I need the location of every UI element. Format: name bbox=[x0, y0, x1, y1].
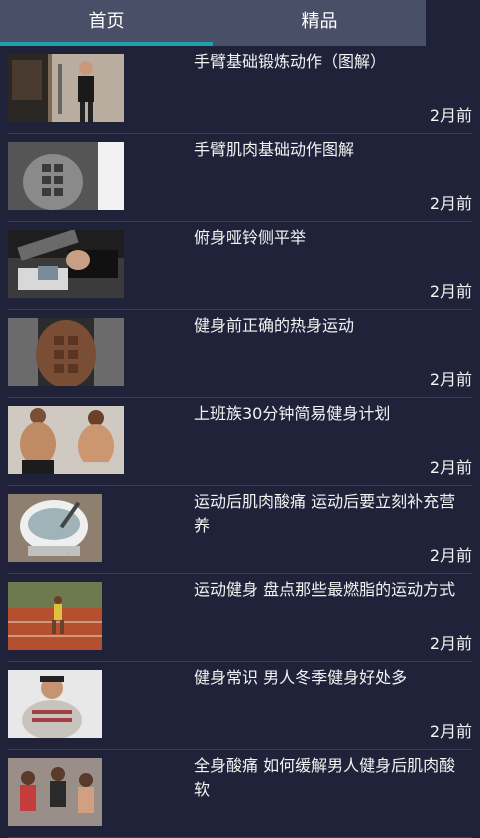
list-item[interactable]: 运动健身 盘点那些最燃脂的运动方式 2月前 bbox=[8, 574, 472, 662]
article-time: 2月前 bbox=[429, 106, 472, 125]
list-item[interactable]: 手臂肌肉基础动作图解 2月前 bbox=[8, 134, 472, 222]
article-title: 运动健身 盘点那些最燃脂的运动方式 bbox=[194, 580, 456, 599]
article-title: 运动后肌肉酸痛 运动后要立刻补充营养 bbox=[194, 492, 456, 535]
thumbnail-image bbox=[8, 406, 124, 474]
tab-featured[interactable]: 精品 bbox=[213, 0, 426, 46]
thumbnail-image bbox=[8, 670, 124, 738]
thumbnail-image bbox=[8, 318, 124, 386]
article-title: 健身常识 男人冬季健身好处多 bbox=[194, 668, 408, 687]
thumbnail-image: . bbox=[8, 494, 124, 562]
article-title: 手臂肌肉基础动作图解 bbox=[194, 140, 355, 159]
tab-bar: 首页 精品 bbox=[0, 0, 426, 46]
list-item[interactable]: 健身常识 男人冬季健身好处多 2月前 bbox=[8, 662, 472, 750]
list-item[interactable]: 健身前正确的热身运动 2月前 bbox=[8, 310, 472, 398]
article-time: 2月前 bbox=[429, 282, 472, 301]
article-time: 2月前 bbox=[429, 722, 472, 741]
list-item[interactable]: 全身酸痛 如何缓解男人健身后肌肉酸软 bbox=[8, 750, 472, 838]
article-title: 全身酸痛 如何缓解男人健身后肌肉酸软 bbox=[194, 756, 456, 799]
article-time: 2月前 bbox=[429, 194, 472, 213]
list-item[interactable]: 手臂基础锻炼动作（图解） 2月前 bbox=[8, 46, 472, 134]
article-title: 手臂基础锻炼动作（图解） bbox=[194, 52, 387, 71]
article-time: 2月前 bbox=[429, 634, 472, 653]
article-time: 2月前 bbox=[429, 546, 472, 565]
thumbnail-image bbox=[8, 54, 124, 122]
article-title: 健身前正确的热身运动 bbox=[194, 316, 355, 335]
article-time: 2月前 bbox=[429, 370, 472, 389]
tab-home[interactable]: 首页 bbox=[0, 0, 213, 46]
article-title: 俯身哑铃侧平举 bbox=[194, 228, 307, 247]
thumbnail-image bbox=[8, 582, 124, 650]
list-item[interactable]: 俯身哑铃侧平举 2月前 bbox=[8, 222, 472, 310]
article-list: 手臂基础锻炼动作（图解） 2月前 手臂肌肉基础动作图解 2月前 俯身哑铃侧平举 … bbox=[0, 46, 480, 838]
tab-bar-gap bbox=[426, 0, 480, 46]
article-time: 2月前 bbox=[429, 458, 472, 477]
list-item[interactable]: 上班族30分钟简易健身计划 2月前 bbox=[8, 398, 472, 486]
svg-text:.: . bbox=[68, 549, 70, 556]
article-title: 上班族30分钟简易健身计划 bbox=[194, 404, 391, 423]
list-item[interactable]: . 运动后肌肉酸痛 运动后要立刻补充营养 2月前 bbox=[8, 486, 472, 574]
thumbnail-image bbox=[8, 142, 124, 210]
thumbnail-image bbox=[8, 230, 124, 298]
thumbnail-image bbox=[8, 758, 124, 826]
